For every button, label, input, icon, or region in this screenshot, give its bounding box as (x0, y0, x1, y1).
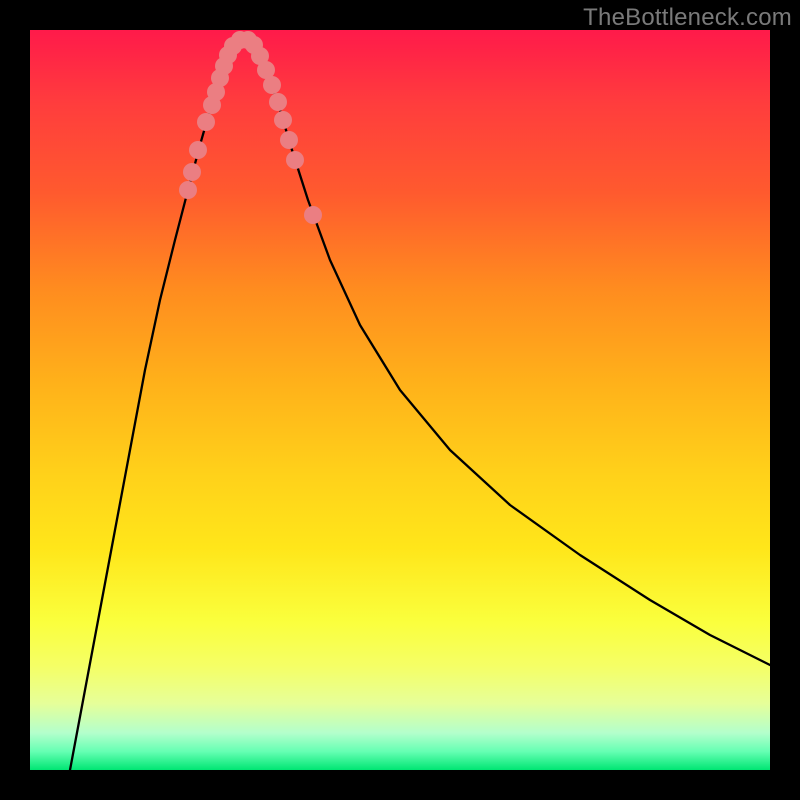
bottleneck-curve (30, 30, 770, 770)
data-marker (179, 181, 197, 199)
chart-container: TheBottleneck.com (0, 0, 800, 800)
data-marker (263, 76, 281, 94)
data-marker (286, 151, 304, 169)
data-marker (189, 141, 207, 159)
data-marker (304, 206, 322, 224)
watermark-text: TheBottleneck.com (583, 4, 792, 32)
data-marker (274, 111, 292, 129)
plot-area (30, 30, 770, 770)
data-marker (183, 163, 201, 181)
data-marker (280, 131, 298, 149)
data-marker (269, 93, 287, 111)
curve-path (70, 40, 770, 770)
data-marker (197, 113, 215, 131)
